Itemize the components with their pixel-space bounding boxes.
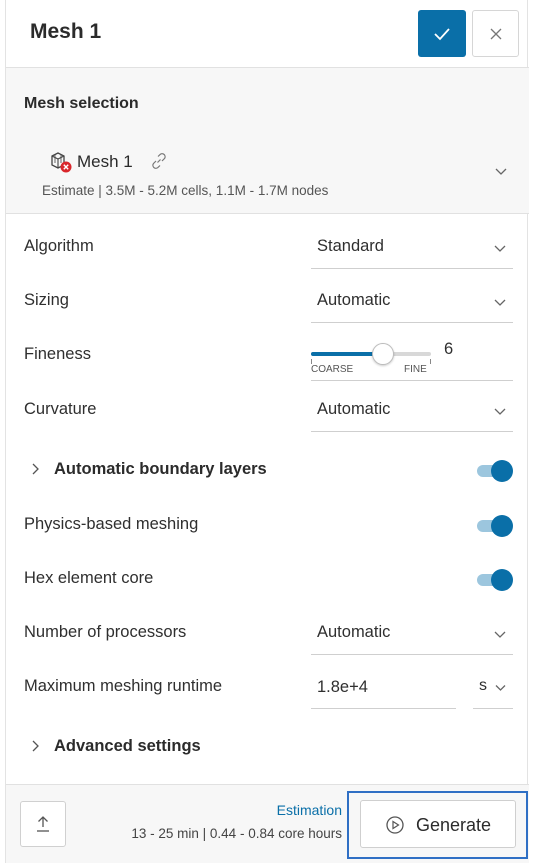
toggle-knob xyxy=(491,569,513,591)
hex-core-row: Hex element core xyxy=(6,553,529,607)
mesh-estimate: Estimate | 3.5M - 5.2M cells, 1.1M - 1.7… xyxy=(42,183,329,198)
runtime-label: Maximum meshing runtime xyxy=(24,677,223,695)
panel-footer: Estimation 13 - 25 min | 0.44 - 0.84 cor… xyxy=(6,784,529,863)
mesh-selection-label: Mesh selection xyxy=(24,95,139,112)
processors-label: Number of processors xyxy=(24,623,187,641)
panel-title: Mesh 1 xyxy=(30,20,102,43)
toggle-knob xyxy=(491,515,513,537)
processors-select[interactable]: Automatic xyxy=(311,613,513,655)
boundary-layers-toggle[interactable] xyxy=(477,460,513,482)
algorithm-select[interactable]: Standard xyxy=(311,227,513,269)
physics-meshing-toggle[interactable] xyxy=(477,515,513,537)
chevron-down-icon xyxy=(495,685,506,691)
estimation-link[interactable]: Estimation xyxy=(277,802,342,818)
chevron-right-icon[interactable] xyxy=(28,462,42,476)
curvature-select[interactable]: Automatic xyxy=(311,390,513,432)
fineness-slider[interactable]: COARSE FINE 6 xyxy=(311,333,513,381)
runtime-unit-select[interactable]: s xyxy=(473,667,513,709)
slider-tick-max xyxy=(430,359,431,364)
slider-track xyxy=(311,352,431,356)
upload-button[interactable] xyxy=(20,801,66,847)
estimation-text: 13 - 25 min | 0.44 - 0.84 core hours xyxy=(131,826,342,841)
mesh-error-icon xyxy=(51,152,72,173)
mesh-name: Mesh 1 xyxy=(77,152,133,171)
processors-row: Number of processors Automatic xyxy=(6,607,529,661)
slider-max-label: FINE xyxy=(404,364,427,375)
fineness-row: Fineness COARSE FINE 6 xyxy=(6,329,529,383)
close-button[interactable] xyxy=(472,10,519,57)
hex-core-toggle[interactable] xyxy=(477,569,513,591)
sizing-row: Sizing Automatic xyxy=(6,275,529,329)
generate-label: Generate xyxy=(416,815,492,835)
toggle-knob xyxy=(491,460,513,482)
processors-value: Automatic xyxy=(317,623,391,641)
upload-icon xyxy=(37,816,49,832)
runtime-input[interactable] xyxy=(317,675,447,699)
slider-thumb[interactable] xyxy=(372,343,394,365)
sizing-value: Automatic xyxy=(317,291,391,309)
curvature-row: Curvature Automatic xyxy=(6,384,529,438)
fineness-label: Fineness xyxy=(24,345,91,363)
chevron-down-icon xyxy=(494,299,506,306)
algorithm-label: Algorithm xyxy=(24,237,94,255)
chevron-down-icon xyxy=(494,631,506,638)
advanced-settings-row[interactable]: Advanced settings xyxy=(6,721,529,775)
generate-button[interactable]: Generate xyxy=(360,800,516,848)
curvature-value: Automatic xyxy=(317,400,391,418)
runtime-unit-value: s xyxy=(479,677,487,694)
link-icon[interactable] xyxy=(149,151,169,171)
physics-meshing-row: Physics-based meshing xyxy=(6,499,529,553)
panel-header: Mesh 1 xyxy=(6,0,529,68)
check-icon xyxy=(434,27,450,40)
play-icon xyxy=(386,816,404,834)
runtime-field[interactable] xyxy=(311,667,456,709)
curvature-label: Curvature xyxy=(24,400,97,418)
boundary-layers-row[interactable]: Automatic boundary layers xyxy=(6,444,529,498)
algorithm-value: Standard xyxy=(317,237,384,255)
close-icon xyxy=(490,28,501,39)
chevron-down-icon xyxy=(495,168,507,175)
chevron-down-icon xyxy=(494,245,506,252)
fineness-value: 6 xyxy=(444,340,454,358)
chevron-down-icon xyxy=(494,408,506,415)
mesh-panel: Mesh 1 Mesh selection Mesh 1 Estimate | … xyxy=(5,0,529,863)
advanced-settings-label: Advanced settings xyxy=(54,737,201,755)
physics-meshing-label: Physics-based meshing xyxy=(24,515,199,533)
boundary-layers-label: Automatic boundary layers xyxy=(54,460,267,478)
slider-min-label: COARSE xyxy=(311,364,354,375)
chevron-right-icon[interactable] xyxy=(28,739,42,753)
mesh-selector[interactable]: Mesh 1 Estimate | 3.5M - 5.2M cells, 1.1… xyxy=(6,141,529,211)
algorithm-row: Algorithm Standard xyxy=(6,221,529,275)
mesh-selection-section: Mesh selection Mesh 1 Estimate | 3.5M - … xyxy=(6,68,529,214)
runtime-row: Maximum meshing runtime s xyxy=(6,661,529,715)
hex-core-label: Hex element core xyxy=(24,569,154,587)
sizing-label: Sizing xyxy=(24,291,69,309)
sizing-select[interactable]: Automatic xyxy=(311,281,513,323)
confirm-button[interactable] xyxy=(418,10,466,57)
